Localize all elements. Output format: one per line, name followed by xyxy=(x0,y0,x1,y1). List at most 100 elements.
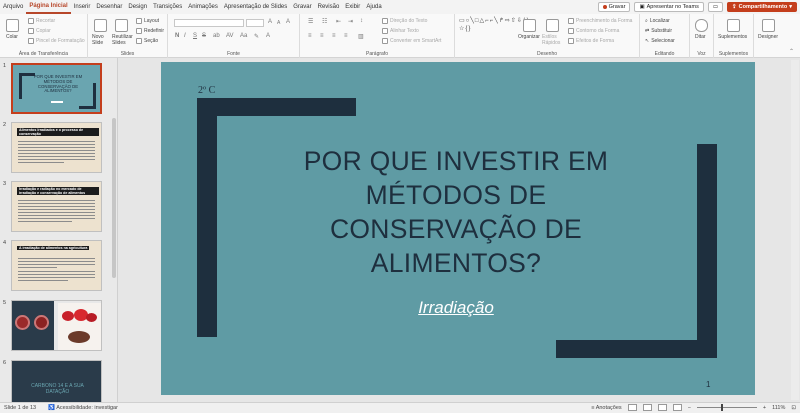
quick-styles-icon[interactable] xyxy=(546,19,559,32)
zoom-slider[interactable] xyxy=(696,404,757,411)
new-slide-icon[interactable] xyxy=(94,19,107,32)
slide-subtitle[interactable]: Irradiação xyxy=(341,298,571,318)
new-slide-button[interactable]: Novo Slide xyxy=(92,34,112,46)
shape-outline-button[interactable]: Contorno da Forma xyxy=(568,28,619,34)
tab-design[interactable]: Design xyxy=(125,0,150,14)
spacing-icon[interactable]: AV xyxy=(226,33,234,39)
zoom-in-button[interactable]: + xyxy=(763,405,766,411)
tab-animations[interactable]: Animações xyxy=(185,0,221,14)
normal-view-button[interactable] xyxy=(627,404,637,411)
line-spacing-icon[interactable]: ↕ xyxy=(360,18,363,24)
record-button[interactable]: Gravar xyxy=(597,2,631,12)
format-painter-button[interactable]: Pincel de Formatação xyxy=(28,38,85,44)
reset-button[interactable]: Redefinir xyxy=(136,28,164,34)
grow-font-icon[interactable]: A xyxy=(268,19,272,25)
align-text-button[interactable]: Alinhar Texto xyxy=(382,28,419,34)
thumbnail-slide-6[interactable]: CARBONO 14 E A SUA DATAÇÃO xyxy=(11,360,102,402)
share-button[interactable]: ⇪ Compartilhamento ▾ xyxy=(727,2,797,12)
align-center-icon[interactable]: ≡ xyxy=(320,33,324,39)
italic-button[interactable]: I xyxy=(184,33,186,39)
arrange-icon[interactable] xyxy=(523,19,536,32)
addins-icon[interactable] xyxy=(727,19,740,32)
numbering-icon[interactable]: ☷ xyxy=(322,18,327,25)
status-bar: Slide 1 de 13 ♿ Acessibilidade: investig… xyxy=(0,402,800,413)
replace-button[interactable]: ⇄ Substituir xyxy=(645,28,672,34)
shapes-gallery[interactable]: ▭○╲□△⌐⌐╲↱⇨⇧⇩⟨⟩☆{} xyxy=(459,17,529,33)
text-direction-label: Direção do Texto xyxy=(390,18,428,24)
text-direction-button[interactable]: Direção do Texto xyxy=(382,18,427,24)
fit-slide-icon[interactable]: ⊡ xyxy=(791,405,796,411)
canvas-scrollbar[interactable] xyxy=(791,60,799,400)
paste-icon[interactable] xyxy=(6,19,19,32)
tab-draw[interactable]: Desenhar xyxy=(93,0,125,14)
microphone-icon[interactable] xyxy=(695,19,708,32)
outdent-icon[interactable]: ⇥ xyxy=(348,18,353,25)
slide-sorter-button[interactable] xyxy=(642,404,652,411)
accessibility-status[interactable]: ♿ Acessibilidade: investigar xyxy=(48,405,118,411)
section-button[interactable]: Seção xyxy=(136,38,158,44)
indent-icon[interactable]: ⇤ xyxy=(336,18,341,25)
notes-button[interactable]: ≡ Anotações xyxy=(591,405,621,411)
tab-home[interactable]: Página Inicial xyxy=(26,0,71,14)
tab-insert[interactable]: Inserir xyxy=(71,0,94,14)
underline-button[interactable]: S xyxy=(193,33,197,39)
select-button[interactable]: ↖ Selecionar xyxy=(645,38,675,44)
tab-transitions[interactable]: Transições xyxy=(150,0,185,14)
tab-record[interactable]: Gravar xyxy=(290,0,314,14)
highlight-icon[interactable]: ✎ xyxy=(254,33,259,40)
designer-icon[interactable] xyxy=(762,19,775,32)
copy-icon xyxy=(28,28,34,34)
thumbnails-scrollbar[interactable] xyxy=(112,118,116,278)
bold-button[interactable]: N xyxy=(175,33,179,39)
shrink-font-icon[interactable]: A xyxy=(277,20,280,26)
tab-file[interactable]: Arquivo xyxy=(0,0,26,14)
slide-1[interactable]: 2º C POR QUE INVESTIR EM MÉTODOS DE CONS… xyxy=(161,62,755,395)
shape-effects-button[interactable]: Efeitos de Forma xyxy=(568,38,614,44)
dictate-button[interactable]: Ditar xyxy=(695,34,706,40)
thumbnail-slide-2[interactable]: Alimentos Irradiados e o processo de con… xyxy=(11,122,102,173)
case-icon[interactable]: Aa xyxy=(240,33,247,39)
zoom-level[interactable]: 111% xyxy=(772,405,785,411)
arrange-button[interactable]: Organizar xyxy=(518,34,540,40)
quick-styles-button[interactable]: Estilos Rápidos xyxy=(542,34,564,46)
notes-label: Anotações xyxy=(595,404,622,411)
tab-review[interactable]: Revisão xyxy=(315,0,343,14)
copy-button[interactable]: Copiar xyxy=(28,28,51,34)
thumbnail-slide-3[interactable]: Irradiação e radiação no mercado de irra… xyxy=(11,181,102,232)
shadow-icon[interactable]: ab xyxy=(213,33,220,39)
thumbnail-slide-4[interactable]: A irradiação de alimentos na agricultura xyxy=(11,240,102,291)
align-left-icon[interactable]: ≡ xyxy=(308,33,312,39)
collapse-ribbon-icon[interactable]: ⌃ xyxy=(789,48,794,55)
align-right-icon[interactable]: ≡ xyxy=(332,33,336,39)
bullets-icon[interactable]: ☰ xyxy=(308,18,313,25)
designer-button[interactable]: Designer xyxy=(758,34,778,40)
find-button[interactable]: ⌕ Localizar xyxy=(645,18,670,24)
strikethrough-icon[interactable]: S xyxy=(202,33,206,39)
slideshow-button[interactable] xyxy=(672,404,682,411)
justify-icon[interactable]: ≡ xyxy=(344,33,348,39)
thumbnail-slide-5[interactable] xyxy=(11,300,102,351)
reuse-slides-icon[interactable] xyxy=(115,19,128,32)
thumbnail-slide-1[interactable]: POR QUE INVESTIR EM MÉTODOS DE CONSERVAÇ… xyxy=(11,63,102,114)
reading-view-button[interactable] xyxy=(657,404,667,411)
smartart-button[interactable]: Converter em SmartArt xyxy=(382,38,441,44)
font-color-icon[interactable]: A xyxy=(266,33,270,39)
zoom-out-button[interactable]: − xyxy=(688,405,691,411)
shape-fill-button[interactable]: Preenchimento da Forma xyxy=(568,18,632,24)
columns-icon[interactable]: ▥ xyxy=(358,33,364,40)
slide-title[interactable]: POR QUE INVESTIR EM MÉTODOS DE CONSERVAÇ… xyxy=(276,144,636,280)
clear-format-icon[interactable]: A xyxy=(286,19,290,25)
reuse-slides-button[interactable]: Reutilizar Slides xyxy=(112,34,134,46)
teams-button[interactable]: ▣ Apresentar no Teams xyxy=(634,2,704,12)
comments-button[interactable]: ▭ xyxy=(707,2,724,12)
paste-button[interactable]: Colar xyxy=(6,34,18,40)
zoom-slider-thumb[interactable] xyxy=(720,404,723,411)
addins-button[interactable]: Suplementos xyxy=(718,34,747,40)
font-size-input[interactable] xyxy=(246,19,264,27)
font-name-input[interactable] xyxy=(174,19,244,27)
tab-help[interactable]: Ajuda xyxy=(363,0,384,14)
tab-view[interactable]: Exibir xyxy=(342,0,363,14)
tab-slideshow[interactable]: Apresentação de Slides xyxy=(221,0,290,14)
cut-button[interactable]: Recortar xyxy=(28,18,55,24)
layout-button[interactable]: Layout xyxy=(136,18,159,24)
